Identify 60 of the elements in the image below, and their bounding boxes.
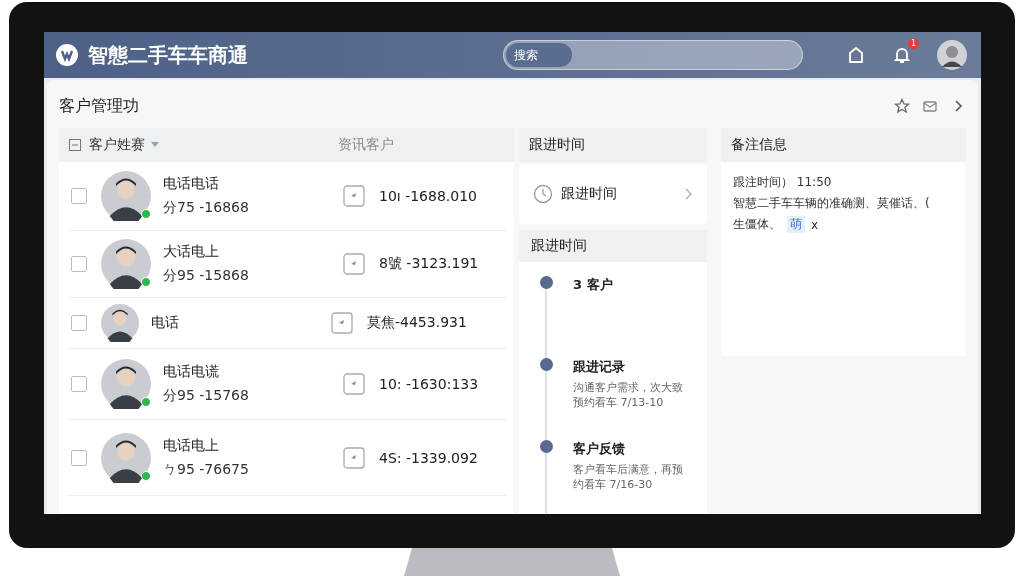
- note-text: 生僵体、: [733, 216, 781, 233]
- clock-icon: [533, 184, 553, 204]
- user-avatar[interactable]: [937, 40, 967, 70]
- timeline-title: 跟进记录: [573, 358, 626, 376]
- timeline-title: 客户反馈: [573, 440, 626, 458]
- app-title: 智態二手车车商通: [88, 41, 248, 69]
- avatar: [101, 171, 151, 221]
- avatar: [101, 359, 151, 409]
- row-checkbox[interactable]: [71, 315, 87, 331]
- timeline-dot: [539, 358, 553, 371]
- note-tag[interactable]: 萌: [787, 216, 805, 233]
- timeline-dot: [539, 440, 553, 453]
- phone-number: 10ı -1688.010: [379, 188, 477, 204]
- customer-name: 电话电上: [163, 436, 220, 455]
- customer-name: 电话电谎: [163, 363, 220, 381]
- column-header[interactable]: 客户姓赛: [89, 136, 145, 154]
- timeline-dot: [539, 276, 553, 289]
- row-checkbox[interactable]: [71, 449, 87, 466]
- arrow-box-icon[interactable]: [343, 253, 365, 275]
- search-field[interactable]: 搜索: [506, 43, 572, 67]
- collapse-icon[interactable]: [69, 139, 81, 151]
- row-checkbox[interactable]: [71, 256, 87, 272]
- timeline-text: 客户看车后满意，再预约看车 7/16-30: [573, 462, 683, 493]
- notification-badge: 1: [908, 38, 919, 49]
- customer-name: 大话电上: [163, 243, 220, 261]
- avatar: [101, 239, 151, 289]
- arrow-box-icon[interactable]: [343, 373, 365, 395]
- arrow-box-icon[interactable]: [331, 312, 353, 334]
- timeline-text: 沟通客户需求，次大致预约看车 7/13-10: [573, 380, 683, 411]
- timeline-title: 3 客户: [573, 276, 613, 294]
- customer-name: 电话电话: [163, 175, 220, 193]
- star-icon[interactable]: [894, 98, 910, 114]
- avatar: [101, 432, 151, 483]
- phone-number: 8號 -3123.191: [379, 255, 479, 273]
- section-title: 跟进时间: [531, 237, 587, 255]
- follow-up-link[interactable]: 跟进时间: [519, 164, 707, 224]
- logo-icon: [56, 44, 78, 66]
- sort-caret-icon[interactable]: [151, 142, 159, 148]
- note-text: 智慧二手车车辆的准确测、莫催话、(: [733, 195, 931, 212]
- customer-code: ㄅ95 -76675: [163, 460, 250, 479]
- row-checkbox[interactable]: [71, 188, 87, 204]
- page-title: 客户管理功: [59, 95, 140, 117]
- mail-icon[interactable]: [922, 98, 938, 114]
- arrow-box-icon[interactable]: [343, 446, 365, 469]
- phone-number: 莫焦-4453.931: [367, 314, 467, 332]
- search-bar[interactable]: 搜索: [503, 40, 803, 70]
- note-text: 跟注时间） 11:50: [733, 174, 833, 191]
- customer-code: 分95 -15768: [163, 387, 250, 405]
- phone-number: 10: -1630:133: [379, 376, 479, 392]
- customer-code: 分75 -16868: [163, 199, 250, 217]
- avatar: [101, 304, 139, 342]
- section-title: 跟进时间: [529, 136, 585, 154]
- arrow-box-icon[interactable]: [343, 185, 365, 207]
- phone-number: 4S: -1339.092: [379, 449, 478, 466]
- customer-name: 电话: [151, 314, 180, 332]
- customer-code: 分95 -15868: [163, 267, 250, 285]
- section-title: 备注信息: [731, 136, 787, 154]
- chevron-right-icon: [685, 188, 693, 200]
- tag-remove-button[interactable]: x: [811, 217, 819, 232]
- row-checkbox[interactable]: [71, 376, 87, 392]
